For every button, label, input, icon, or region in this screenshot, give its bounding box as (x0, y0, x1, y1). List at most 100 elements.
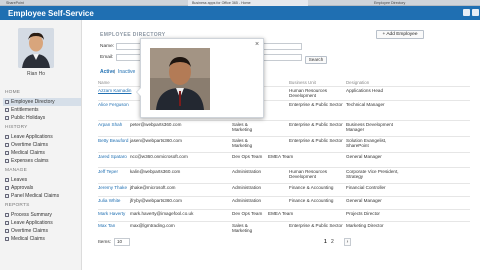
cell-name[interactable]: Julia White (98, 198, 120, 203)
employee-popup-card: × (136, 38, 264, 118)
cell-email[interactable]: jasen@webparts360.com (130, 138, 182, 143)
nav-item-report-overtime-claims[interactable]: Overtime Claims (3, 227, 81, 235)
cell-business-unit: Enterprise & Public Sector (289, 122, 343, 127)
table-row[interactable]: Arpan Shah peter@webparts360.com Sales & M… (98, 120, 470, 132)
cell-email[interactable]: kalin@webparts360.com (130, 169, 180, 174)
cell-name[interactable]: Alice Ferguson (98, 102, 129, 107)
page-2-link[interactable]: 2 (331, 239, 334, 245)
search-button[interactable]: Search (305, 56, 327, 64)
nav-label: Medical Claims (11, 236, 45, 242)
team-select[interactable] (258, 54, 302, 61)
cell-name[interactable]: Max Tan (98, 223, 115, 228)
column-header-designation[interactable]: Designation (346, 80, 369, 85)
cell-department: Sales & Marketing (232, 122, 253, 133)
clock-icon (5, 143, 9, 147)
cell-email[interactable]: mark.haverty@imagefool.co.uk (130, 211, 193, 216)
column-header-business-unit[interactable]: Business Unit (289, 80, 316, 85)
tab-active[interactable]: Active (100, 69, 115, 75)
cell-business-unit: Human Resources Development (289, 169, 328, 180)
nav-item-process-summary[interactable]: Process Summary (3, 211, 81, 219)
settings-icon[interactable] (463, 9, 470, 16)
email-label: Email: (100, 55, 114, 60)
cell-business-unit: Enterprise & Public Sector (289, 223, 343, 228)
cell-name[interactable]: Arpan Shah (98, 122, 122, 127)
table-row[interactable]: Julia White jfryby@webparts360.com Adminis… (98, 196, 470, 203)
cell-department: Administration (232, 185, 262, 190)
cell-email[interactable]: jthake@microsoft.com (130, 185, 176, 190)
document-icon (5, 178, 9, 182)
cell-department: Sales & Marketing (232, 223, 253, 234)
profile-name: Rian Ho (26, 71, 46, 77)
medical-icon (5, 194, 9, 198)
document-icon (5, 221, 9, 225)
name-label: Name: (100, 44, 115, 49)
table-row[interactable]: Jeff Teper kalin@webparts360.com Administr… (98, 167, 470, 179)
nav-label: Process Summary (11, 212, 52, 218)
nav-label: Employee Directory (11, 99, 55, 105)
people-icon (5, 100, 9, 104)
nav-label: Leaves (11, 177, 28, 183)
employee-photo (150, 48, 210, 110)
table-row[interactable]: Mark Haverty mark.haverty@imagefool.co.uk… (98, 209, 470, 216)
add-employee-button[interactable]: + Add Employee (376, 30, 424, 39)
table-row[interactable]: Betty Beauford jasen@webparts360.com Sales… (98, 136, 470, 148)
cell-name[interactable]: Jared Spataro (98, 154, 127, 159)
nav-item-employee-directory[interactable]: Employee Directory (3, 98, 81, 106)
nav-item-panel-medical-claims[interactable]: Panel Medical Claims (3, 192, 81, 200)
nav-item-report-leave-applications[interactable]: Leave Applications (3, 219, 81, 227)
nav-item-medical-claims[interactable]: Medical Claims (3, 149, 81, 157)
table-row[interactable]: Jeremy Thake jthake@microsoft.com Administ… (98, 183, 470, 190)
nav-item-public-holidays[interactable]: Public Holidays (3, 114, 81, 122)
table-row[interactable]: Jared Spataro ncc@w360.onmicrosoft.com Dev… (98, 152, 470, 159)
nav-item-approvals[interactable]: Approvals (3, 184, 81, 192)
cell-email[interactable]: peter@webparts360.com (130, 122, 181, 127)
cell-department: Dev Ops Team (232, 211, 263, 216)
cell-name[interactable]: Jeremy Thake (98, 185, 127, 190)
page-1-link[interactable]: 1 (324, 239, 327, 245)
cell-name[interactable]: Betty Beauford (98, 138, 128, 143)
close-icon[interactable] (472, 9, 479, 16)
section-label: MANAGE (5, 168, 27, 173)
cell-name[interactable]: Jeff Teper (98, 169, 118, 174)
cell-designation: General Manager (346, 198, 382, 203)
app-header: Employee Self-Service (0, 6, 480, 20)
cell-name[interactable]: Azzam Kamadin (98, 88, 131, 93)
close-icon[interactable]: × (255, 41, 259, 48)
nav-item-leaves[interactable]: Leaves (3, 176, 81, 184)
table-row[interactable]: Max Tan max@lgmtrading.com Sales & Marketi… (98, 221, 470, 233)
cell-designation: General Manager (346, 154, 382, 159)
next-page-icon[interactable]: › (344, 238, 351, 246)
column-header-name[interactable]: Name (98, 80, 110, 85)
cell-designation: Corporate Vice President, Strategy (346, 169, 399, 180)
cell-team: EMEA Team (268, 154, 294, 159)
department-select[interactable] (258, 43, 302, 50)
cell-department: Dev Ops Team (232, 154, 263, 159)
cell-email[interactable]: ncc@w360.onmicrosoft.com (130, 154, 188, 159)
check-icon (5, 186, 9, 190)
cell-email[interactable]: max@lgmtrading.com (130, 223, 175, 228)
nav-item-entitlements[interactable]: Entitlements (3, 106, 81, 114)
medical-icon (5, 151, 9, 155)
cell-business-unit: Enterprise & Public Sector (289, 102, 343, 107)
chart-icon (5, 213, 9, 217)
items-per-page-select[interactable]: 10 (114, 238, 130, 246)
cell-email[interactable]: jfryby@webparts360.com (130, 198, 182, 203)
cell-designation: Marketing Director (346, 223, 384, 228)
cell-designation: Financial Controller (346, 185, 386, 190)
cell-business-unit: Human Resources Development (289, 88, 328, 99)
nav-label: Leave Applications (11, 220, 53, 226)
cell-business-unit: Finance & Accounting (289, 198, 334, 203)
nav-item-leave-applications[interactable]: Leave Applications (3, 133, 81, 141)
sidebar: Rian Ho HOME Employee Directory Entitlem… (0, 20, 82, 270)
cell-name[interactable]: Mark Haverty (98, 211, 125, 216)
section-label: HISTORY (5, 125, 28, 130)
medical-icon (5, 237, 9, 241)
cell-business-unit: Enterprise & Public Sector (289, 138, 343, 143)
avatar (18, 28, 54, 68)
nav-item-expenses-claims[interactable]: Expenses claims (3, 157, 81, 165)
nav-item-report-medical-claims[interactable]: Medical Claims (3, 235, 81, 243)
cell-designation: Applications Head (346, 88, 384, 93)
tab-inactive[interactable]: Inactive (118, 69, 135, 75)
nav-item-overtime-claims[interactable]: Overtime Claims (3, 141, 81, 149)
nav-label: Entitlements (11, 107, 39, 113)
